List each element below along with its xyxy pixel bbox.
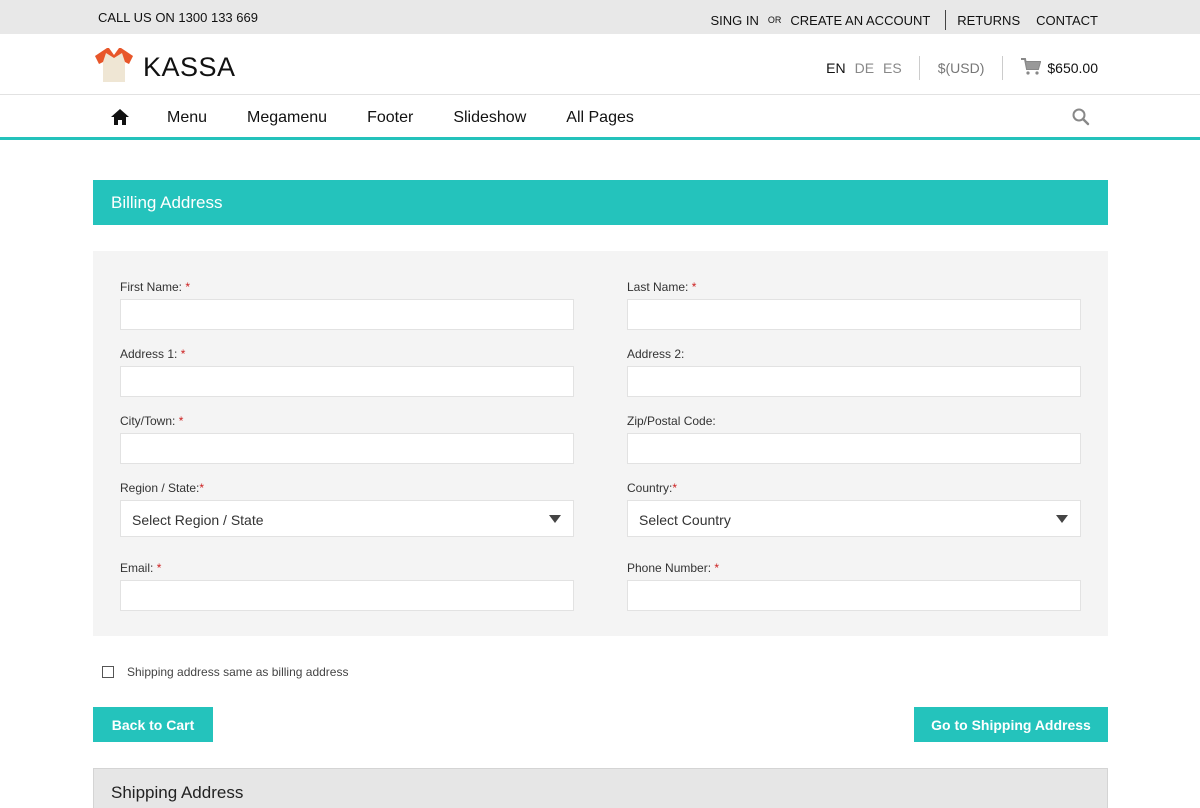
same-address-option: Shipping address same as billing address (102, 665, 348, 679)
returns-link[interactable]: RETURNS (957, 13, 1020, 28)
go-to-shipping-button[interactable]: Go to Shipping Address (914, 707, 1108, 742)
divider (918, 56, 920, 80)
required-marker: * (180, 347, 186, 361)
last-name-label: Last Name: * (627, 280, 697, 294)
dropdown-arrow-icon (1056, 515, 1068, 523)
same-address-label: Shipping address same as billing address (127, 665, 349, 679)
nav-items: Menu Megamenu Footer Slideshow All Pages (167, 109, 634, 127)
country-select[interactable]: Select Country (627, 500, 1081, 537)
address1-input[interactable] (120, 366, 574, 397)
language-es[interactable]: ES (883, 60, 902, 76)
address1-label: Address 1: * (120, 347, 186, 361)
billing-address-heading: Billing Address (93, 180, 1108, 225)
required-marker: * (178, 414, 184, 428)
region-select[interactable]: Select Region / State (120, 500, 574, 537)
phone-group: Phone Number: * (627, 561, 1081, 611)
country-group: Country:* Select Country (627, 481, 1081, 537)
cart-icon (1021, 58, 1042, 78)
required-marker: * (714, 561, 720, 575)
required-marker: * (691, 280, 697, 294)
sign-in-link[interactable]: SING IN (710, 13, 758, 28)
billing-form: First Name: * Last Name: * Address 1: * … (93, 251, 1108, 636)
main-nav: Menu Megamenu Footer Slideshow All Pages (0, 95, 1200, 140)
contact-link[interactable]: CONTACT (1036, 13, 1098, 28)
phone-label: Phone Number: * (627, 561, 720, 575)
country-selected-value: Select Country (639, 512, 731, 528)
dropdown-arrow-icon (549, 515, 561, 523)
region-label: Region / State:* (120, 481, 205, 495)
address1-group: Address 1: * (120, 347, 574, 397)
required-marker: * (672, 481, 678, 495)
language-en[interactable]: EN (826, 60, 845, 76)
required-marker: * (185, 280, 191, 294)
city-input[interactable] (120, 433, 574, 464)
language-de[interactable]: DE (855, 60, 874, 76)
city-group: City/Town: * (120, 414, 574, 464)
nav-item-footer[interactable]: Footer (367, 109, 413, 127)
cart-total: $650.00 (1047, 60, 1098, 76)
phone-contact-text: CALL US ON 1300 133 669 (98, 10, 258, 25)
first-name-group: First Name: * (120, 280, 574, 330)
create-account-link[interactable]: CREATE AN ACCOUNT (790, 13, 930, 28)
header-utilities: EN DE ES $(USD) $650.00 (826, 56, 1098, 80)
first-name-input[interactable] (120, 299, 574, 330)
email-label: Email: * (120, 561, 162, 575)
site-header: KASSA EN DE ES $(USD) $650.00 (0, 34, 1200, 95)
divider (1002, 56, 1004, 80)
or-text: OR (767, 15, 782, 25)
country-label: Country:* (627, 481, 678, 495)
email-input[interactable] (120, 580, 574, 611)
nav-item-megamenu[interactable]: Megamenu (247, 109, 327, 127)
logo[interactable]: KASSA (93, 44, 236, 91)
account-links: SING IN OR CREATE AN ACCOUNT RETURNS CON… (710, 10, 1098, 30)
required-marker: * (199, 481, 205, 495)
same-address-checkbox[interactable] (102, 666, 114, 678)
region-group: Region / State:* Select Region / State (120, 481, 574, 537)
search-icon[interactable] (1072, 108, 1090, 131)
zip-label: Zip/Postal Code: (627, 414, 716, 428)
address2-group: Address 2: (627, 347, 1081, 397)
first-name-label: First Name: * (120, 280, 191, 294)
cart-button[interactable]: $650.00 (1021, 58, 1098, 78)
phone-input[interactable] (627, 580, 1081, 611)
tshirt-icon (93, 44, 135, 91)
email-group: Email: * (120, 561, 574, 611)
top-bar: CALL US ON 1300 133 669 SING IN OR CREAT… (0, 0, 1200, 34)
currency-selector[interactable]: $(USD) (938, 60, 985, 76)
zip-group: Zip/Postal Code: (627, 414, 1081, 464)
region-selected-value: Select Region / State (132, 512, 264, 528)
address2-label: Address 2: (627, 347, 685, 361)
logo-text: KASSA (143, 52, 236, 82)
required-marker: * (156, 561, 162, 575)
last-name-group: Last Name: * (627, 280, 1081, 330)
nav-item-all-pages[interactable]: All Pages (566, 109, 634, 127)
last-name-input[interactable] (627, 299, 1081, 330)
city-label: City/Town: * (120, 414, 184, 428)
home-icon[interactable] (110, 108, 130, 131)
zip-input[interactable] (627, 433, 1081, 464)
nav-item-menu[interactable]: Menu (167, 109, 207, 127)
address2-input[interactable] (627, 366, 1081, 397)
divider (945, 10, 947, 30)
shipping-address-heading: Shipping Address (93, 768, 1108, 808)
back-to-cart-button[interactable]: Back to Cart (93, 707, 213, 742)
nav-item-slideshow[interactable]: Slideshow (453, 109, 526, 127)
